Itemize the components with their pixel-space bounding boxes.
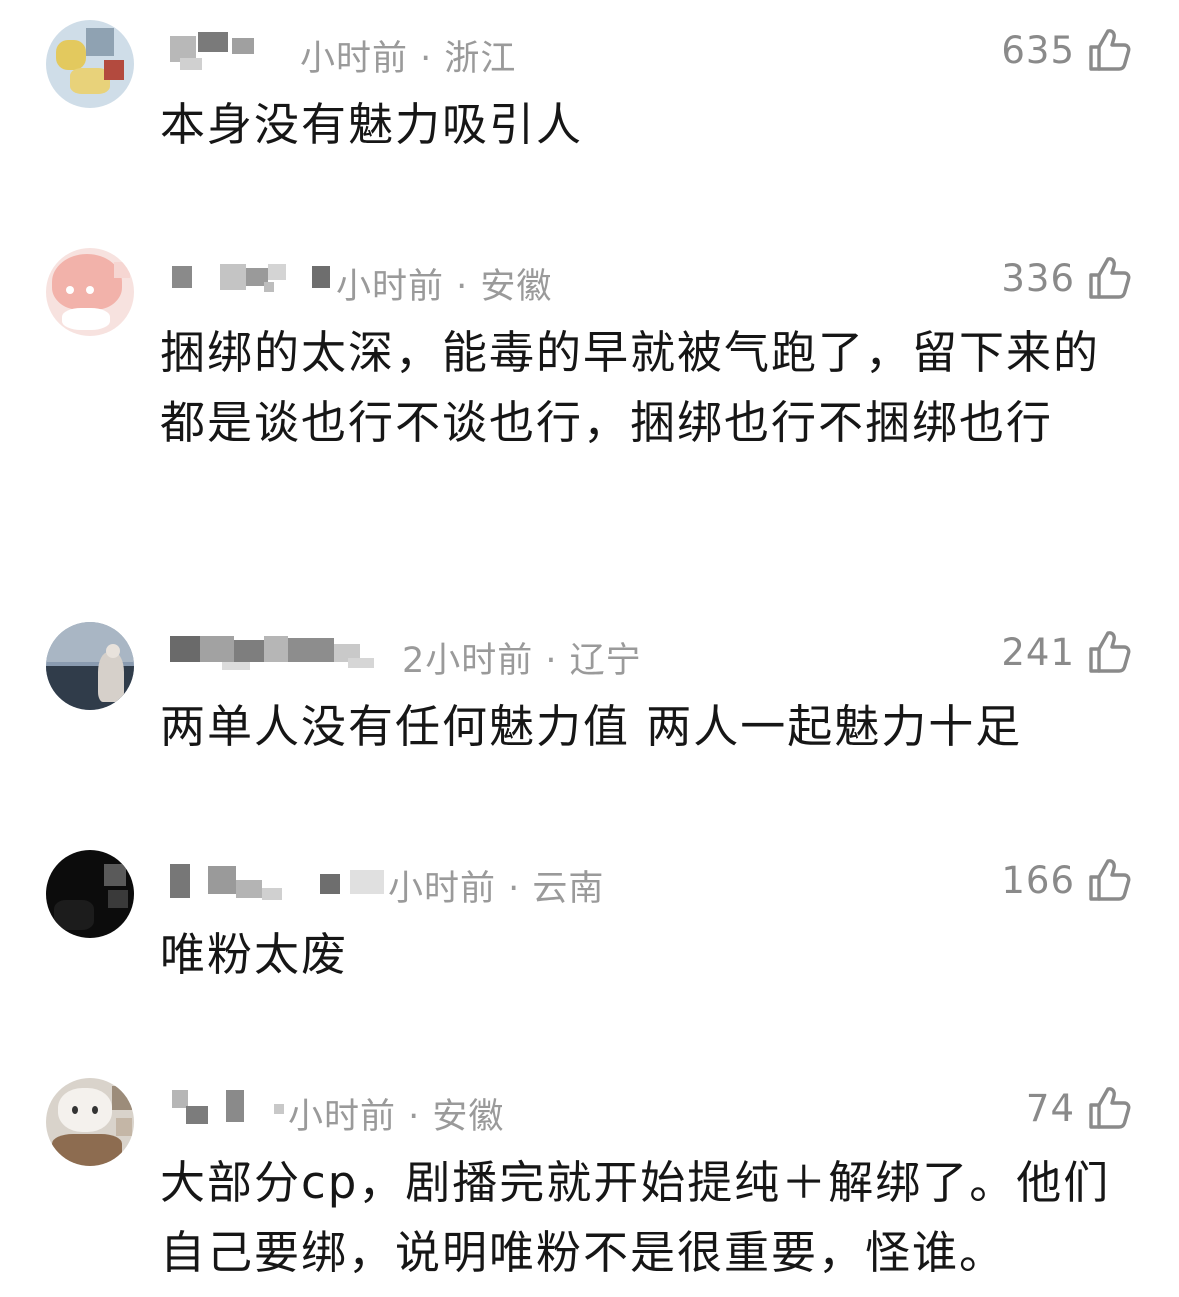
user-avatar[interactable] bbox=[46, 248, 134, 336]
comment-meta: 小时前 · 云南 bbox=[388, 869, 605, 909]
comment-text: 唯粉太废 bbox=[160, 928, 349, 981]
avatar-image bbox=[104, 864, 126, 886]
username[interactable]: 小时前 · 云南 bbox=[162, 858, 862, 909]
like-count: 336 bbox=[1001, 256, 1075, 300]
user-avatar[interactable] bbox=[46, 850, 134, 938]
user-avatar[interactable] bbox=[46, 622, 134, 710]
comment-text: 本身没有魅力吸引人 bbox=[160, 98, 584, 151]
thumbs-up-icon[interactable] bbox=[1085, 1084, 1133, 1132]
comment-text: 大部分cp，剧播完就开始提纯＋解绑了。他们自己要绑，说明唯粉不是很重要，怪谁。 bbox=[160, 1156, 1111, 1279]
comment-meta: 小时前 · 安徽 bbox=[288, 1097, 505, 1137]
comment-meta: 小时前 · 安徽 bbox=[336, 267, 553, 307]
comment-text: 两单人没有任何魅力值 两人一起魅力十足 bbox=[160, 700, 1023, 753]
username[interactable]: 小时前 · 安徽 bbox=[162, 1086, 862, 1137]
avatar-image bbox=[52, 254, 122, 310]
like-count: 74 bbox=[1025, 1086, 1075, 1130]
like-button[interactable]: 74 bbox=[1026, 1084, 1133, 1132]
like-button[interactable]: 336 bbox=[1001, 254, 1133, 302]
username[interactable]: 小时前 · 安徽 bbox=[162, 256, 862, 307]
avatar-image bbox=[56, 40, 86, 70]
user-avatar[interactable] bbox=[46, 1078, 134, 1166]
avatar-image bbox=[46, 622, 134, 662]
like-count: 241 bbox=[1001, 630, 1075, 674]
thumbs-up-icon[interactable] bbox=[1085, 628, 1133, 676]
username[interactable]: 2小时前 · 辽宁 bbox=[162, 630, 862, 681]
avatar-image bbox=[58, 1088, 112, 1132]
comment-meta: 2小时前 · 辽宁 bbox=[402, 641, 642, 681]
like-button[interactable]: 166 bbox=[1001, 856, 1133, 904]
comment-text: 捆绑的太深，能毒的早就被气跑了，留下来的都是谈也行不谈也行，捆绑也行不捆绑也行 bbox=[160, 326, 1101, 449]
username[interactable]: 小时前 · 浙江 bbox=[162, 28, 862, 79]
like-button[interactable]: 635 bbox=[1001, 26, 1133, 74]
comment-meta: 小时前 · 浙江 bbox=[300, 39, 517, 79]
like-button[interactable]: 241 bbox=[1001, 628, 1133, 676]
like-count: 166 bbox=[1001, 858, 1075, 902]
thumbs-up-icon[interactable] bbox=[1085, 254, 1133, 302]
user-avatar[interactable] bbox=[46, 20, 134, 108]
thumbs-up-icon[interactable] bbox=[1085, 856, 1133, 904]
like-count: 635 bbox=[1001, 28, 1075, 72]
thumbs-up-icon[interactable] bbox=[1085, 26, 1133, 74]
